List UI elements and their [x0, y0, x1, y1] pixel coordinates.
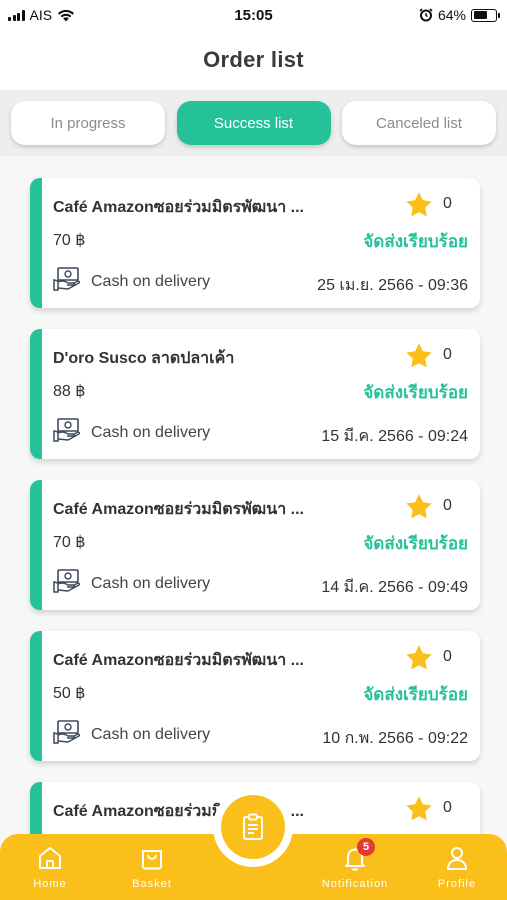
rating-count: 0	[443, 346, 452, 363]
order-card[interactable]: D'oro Susco ลาดปลาเค้า 0 88 ฿ จัดส่งเรีย…	[30, 329, 480, 459]
order-list[interactable]: Café Amazonซอยร่วมมิตรพัฒนา ... 0 70 ฿ จ…	[0, 156, 507, 834]
profile-icon	[447, 847, 467, 870]
star-icon[interactable]	[404, 190, 434, 220]
order-price: 70 ฿	[53, 534, 86, 551]
cash-payment-icon	[53, 418, 81, 442]
nav-profile[interactable]: Profile	[417, 844, 497, 890]
status-bar: AIS 15:05 64%	[0, 0, 507, 30]
battery-fill	[473, 11, 487, 19]
nav-home-label: Home	[33, 878, 67, 890]
payment-method: Cash on delivery	[91, 424, 211, 441]
card-accent-bar	[30, 631, 42, 761]
star-icon[interactable]	[404, 341, 434, 371]
nav-basket-label: Basket	[132, 878, 172, 890]
card-accent-bar	[30, 329, 42, 459]
header: Order list	[0, 30, 507, 90]
star-icon[interactable]	[404, 794, 434, 824]
rating-count: 0	[443, 497, 452, 514]
shop-name: D'oro Susco ลาดปลาเค้า	[53, 350, 235, 367]
carrier-label: AIS	[29, 7, 53, 23]
nav-profile-label: Profile	[437, 878, 477, 890]
nav-basket[interactable]: Basket	[112, 844, 192, 890]
payment-method: Cash on delivery	[91, 726, 211, 743]
card-accent-bar	[30, 178, 42, 308]
nav-notification-label: Notification	[321, 878, 389, 890]
home-icon	[39, 847, 61, 869]
alarm-icon	[419, 8, 433, 22]
shop-name: Café Amazonซอยร่วมมิตรพัฒนา ...	[53, 199, 304, 216]
payment-method: Cash on delivery	[91, 575, 211, 592]
star-icon[interactable]	[404, 492, 434, 522]
orders-center-button[interactable]	[213, 787, 293, 867]
order-card[interactable]: Café Amazonซอยร่วมมิตรพัฒนา ... 0 70 ฿ จ…	[30, 178, 480, 308]
nav-notification[interactable]: 5 Notification	[305, 838, 405, 890]
rating-count: 0	[443, 799, 452, 816]
order-card[interactable]: Café Amazonซอยร่วมมิตรพัฒนา ... 0 70 ฿ จ…	[30, 480, 480, 610]
payment-method: Cash on delivery	[91, 273, 211, 290]
order-status: จัดส่งเรียบร้อย	[363, 534, 468, 553]
tab-bar: In progress Success list Canceled list	[0, 90, 507, 156]
notification-badge: 5	[357, 838, 375, 856]
battery-icon	[471, 8, 500, 22]
wifi-icon	[58, 9, 75, 21]
order-date: 15 มี.ค. 2566 - 09:24	[321, 428, 468, 445]
order-card[interactable]: Café Amazonซอยร่วมมิตรพัฒนา ... 0 50 ฿ จ…	[30, 631, 480, 761]
order-status: จัดส่งเรียบร้อย	[363, 232, 468, 251]
battery-percent: 64%	[437, 7, 466, 23]
card-accent-bar	[30, 782, 42, 834]
order-date: 10 ก.พ. 2566 - 09:22	[322, 730, 468, 747]
status-left: AIS	[8, 7, 75, 23]
order-price: 88 ฿	[53, 383, 86, 400]
cash-payment-icon	[53, 720, 81, 744]
order-price: 50 ฿	[53, 685, 86, 702]
order-date: 14 มี.ค. 2566 - 09:49	[321, 579, 468, 596]
shop-name: Café Amazonซอยร่วมมิตรพัฒนา ...	[53, 652, 304, 669]
tab-in-progress[interactable]: In progress	[11, 101, 165, 145]
order-status: จัดส่งเรียบร้อย	[363, 685, 468, 704]
nav-home[interactable]: Home	[10, 844, 90, 890]
star-icon[interactable]	[404, 643, 434, 673]
tab-success-list[interactable]: Success list	[176, 101, 331, 145]
tab-canceled-list[interactable]: Canceled list	[342, 101, 496, 145]
order-date: 25 เม.ย. 2566 - 09:36	[317, 277, 468, 294]
order-price: 70 ฿	[53, 232, 86, 249]
cash-payment-icon	[53, 569, 81, 593]
signal-icon	[8, 9, 25, 21]
shop-name: Café Amazonซอยร่วมมิตรพัฒนา ...	[53, 501, 304, 518]
basket-icon	[142, 850, 162, 870]
rating-count: 0	[443, 648, 452, 665]
page-title: Order list	[203, 47, 304, 72]
status-right: 64%	[419, 7, 500, 23]
clipboard-icon	[243, 813, 263, 840]
rating-count: 0	[443, 195, 452, 212]
cash-payment-icon	[53, 267, 81, 291]
order-status: จัดส่งเรียบร้อย	[363, 383, 468, 402]
orders-center-button-inner	[221, 795, 285, 859]
card-accent-bar	[30, 480, 42, 610]
